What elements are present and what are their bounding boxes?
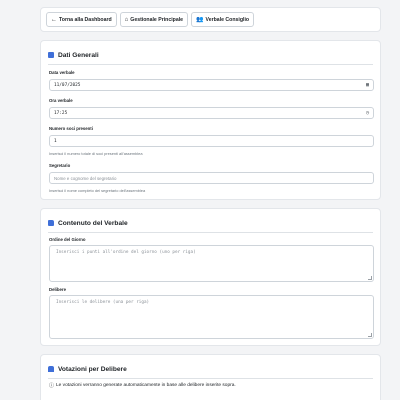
votes-info: ⓘ Le votazioni verranno generate automat… xyxy=(49,382,236,389)
minutes-content-header: Contenuto del Verbale xyxy=(48,214,373,233)
time-label: Ora verbale xyxy=(49,98,73,103)
info-circle-icon: ⓘ xyxy=(49,383,55,389)
votes-info-text: Le votazioni verranno generate automatic… xyxy=(56,383,236,388)
general-data-title: Dati Generali xyxy=(58,51,99,59)
resolutions-textarea[interactable]: Inserisci le delibere (una per riga) xyxy=(49,295,374,339)
secretary-help: Inserisci il nome completo del segretari… xyxy=(49,188,146,193)
council-minutes-button[interactable]: 👥 Verbale Consiglio xyxy=(191,12,255,27)
arrow-left-icon: ← xyxy=(51,16,57,23)
document-icon xyxy=(48,52,54,58)
users-icon: 👥 xyxy=(196,16,204,23)
home-icon: ⌂ xyxy=(124,16,129,23)
votes-card: Votazioni per Delibere ⓘ Le votazioni ve… xyxy=(40,354,381,400)
secretary-label: Segretario xyxy=(49,163,71,168)
back-to-dashboard-label: Torna alla Dashboard xyxy=(59,16,112,23)
agenda-textarea[interactable]: Inserisci i punti all'ordine del giorno … xyxy=(49,245,374,282)
vote-box-icon xyxy=(48,366,54,372)
calendar-icon[interactable]: ▦ xyxy=(366,82,373,88)
members-count-label: Numero soci presenti xyxy=(49,126,93,131)
resolutions-placeholder: Inserisci le delibere (una per riga) xyxy=(56,300,150,305)
resize-handle-icon[interactable] xyxy=(368,333,372,337)
main-management-button[interactable]: ⌂ Gestionale Principale xyxy=(119,12,189,27)
date-label: Data verbale xyxy=(49,70,75,75)
resolutions-label: Delibere xyxy=(49,287,66,292)
top-nav-bar: ← Torna alla Dashboard ⌂ Gestionale Prin… xyxy=(40,7,381,32)
general-data-card: Dati Generali Data verbale 11/07/2025 ▦ … xyxy=(40,40,381,200)
clock-icon[interactable]: ◷ xyxy=(366,110,373,116)
members-count-value: 1 xyxy=(54,138,57,144)
members-count-input[interactable]: 1 xyxy=(49,135,374,147)
file-text-icon xyxy=(48,220,54,226)
main-management-label: Gestionale Principale xyxy=(130,16,184,23)
time-input[interactable]: 17:25 ◷ xyxy=(49,107,374,119)
votes-title: Votazioni per Delibere xyxy=(58,365,127,373)
agenda-label: Ordine del Giorno xyxy=(49,237,86,242)
secretary-input[interactable]: Nome e cognome del segretario xyxy=(49,172,374,184)
back-to-dashboard-button[interactable]: ← Torna alla Dashboard xyxy=(46,12,117,27)
time-value: 17:25 xyxy=(54,110,68,116)
minutes-content-title: Contenuto del Verbale xyxy=(58,219,128,227)
general-data-header: Dati Generali xyxy=(48,46,373,65)
minutes-content-card: Contenuto del Verbale Ordine del Giorno … xyxy=(40,208,381,346)
votes-header: Votazioni per Delibere xyxy=(48,360,373,379)
secretary-placeholder: Nome e cognome del segretario xyxy=(54,175,117,181)
date-value: 11/07/2025 xyxy=(54,82,81,88)
date-input[interactable]: 11/07/2025 ▦ xyxy=(49,79,374,91)
members-count-help: Inserisci il numero totale di soci prese… xyxy=(49,151,143,156)
resize-handle-icon[interactable] xyxy=(368,276,372,280)
council-minutes-label: Verbale Consiglio xyxy=(205,16,250,23)
agenda-placeholder: Inserisci i punti all'ordine del giorno … xyxy=(56,250,196,255)
